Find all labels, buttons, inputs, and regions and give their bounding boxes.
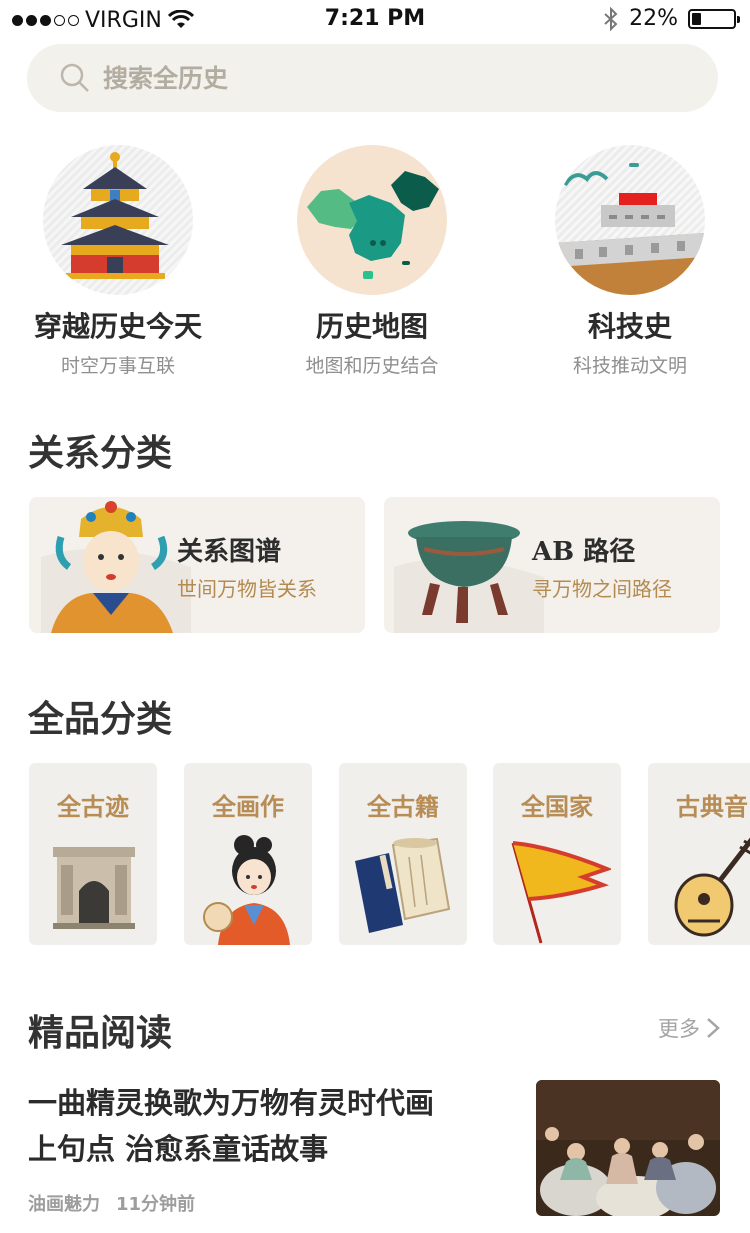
relation-card-title: AB 路径: [532, 537, 636, 567]
category-tile-sites[interactable]: 全古迹: [29, 763, 157, 945]
feature-subtitle: 时空万事互联: [60, 355, 175, 377]
category-tile-title: 全国家: [521, 792, 593, 821]
more-label: 更多: [658, 1017, 700, 1041]
search-input[interactable]: [103, 63, 623, 93]
article-meta: 油画魅力 11分钟前: [28, 1190, 195, 1216]
bluetooth-icon: [604, 6, 618, 31]
pipa-icon: [674, 837, 750, 937]
section-title-categories: 全品分类: [28, 690, 178, 742]
flag-icon: [511, 841, 611, 944]
painting-lady-icon: [203, 835, 290, 945]
oil-painting-image: [536, 1080, 720, 1216]
article-title[interactable]: 一曲精灵换歌为万物有灵时代画 上句点 治愈系童话故事: [28, 1080, 498, 1172]
feature-tech-history[interactable]: 科技史 科技推动文明: [515, 145, 745, 378]
feature-title: 穿越历史今天: [33, 310, 202, 343]
china-map-icon: [297, 145, 447, 295]
feature-title: 科技史: [587, 310, 672, 343]
category-tile-title: 全古籍: [367, 792, 439, 821]
feature-history-today[interactable]: 穿越历史今天 时空万事互联: [3, 145, 233, 378]
category-tile-title: 全古迹: [57, 792, 129, 821]
category-tile-paintings[interactable]: 全画作: [184, 763, 312, 945]
battery-percent: 22%: [629, 6, 678, 31]
article-time: 11分钟前: [116, 1194, 196, 1215]
chevron-right-icon: [707, 1018, 720, 1038]
empress-icon: [41, 501, 191, 633]
search-bar[interactable]: [27, 44, 718, 112]
category-tile-title: 古典音: [676, 792, 748, 821]
category-tile-music[interactable]: 古典音: [648, 763, 750, 945]
article-title-line1: 一曲精灵换歌为万物有灵时代画: [28, 1086, 435, 1120]
relation-card-subtitle: 世间万物皆关系: [177, 577, 317, 601]
section-title-text: 全品分类: [28, 698, 173, 740]
section-title-text: 关系分类: [28, 432, 173, 474]
search-icon: [60, 63, 89, 92]
section-title-reading: 精品阅读: [28, 1004, 178, 1056]
relation-card-title: 关系图谱: [177, 537, 282, 567]
ab-path-card[interactable]: AB 路径 寻万物之间路径: [384, 497, 720, 633]
arch-icon: [53, 847, 135, 929]
great-wall-icon: [555, 145, 705, 295]
bronze-vessel-icon: [394, 521, 544, 633]
feature-history-map[interactable]: 历史地图 地图和历史结合: [257, 145, 487, 378]
section-title-text: 精品阅读: [28, 1012, 173, 1054]
article-thumbnail[interactable]: [536, 1080, 720, 1216]
battery-fill: [692, 12, 701, 25]
status-bar: VIRGIN 7:21 PM 22%: [0, 0, 750, 40]
feature-title: 历史地图: [315, 310, 428, 343]
temple-icon: [43, 145, 193, 295]
article-category: 油画魅力: [28, 1194, 100, 1215]
article-title-line2: 上句点 治愈系童话故事: [28, 1132, 329, 1166]
feature-subtitle: 地图和历史结合: [305, 355, 439, 377]
more-link[interactable]: 更多: [658, 1013, 720, 1043]
section-title-relations: 关系分类: [28, 424, 178, 476]
relation-graph-card[interactable]: 关系图谱 世间万物皆关系: [29, 497, 365, 633]
category-tile-books[interactable]: 全古籍: [339, 763, 467, 945]
scroll-book-icon: [355, 837, 451, 933]
status-right: 22%: [603, 6, 740, 31]
category-tile-title: 全画作: [212, 792, 284, 821]
battery-icon: [688, 8, 740, 29]
feature-subtitle: 科技推动文明: [572, 355, 687, 377]
relation-card-subtitle: 寻万物之间路径: [532, 577, 672, 601]
category-tile-countries[interactable]: 全国家: [493, 763, 621, 945]
